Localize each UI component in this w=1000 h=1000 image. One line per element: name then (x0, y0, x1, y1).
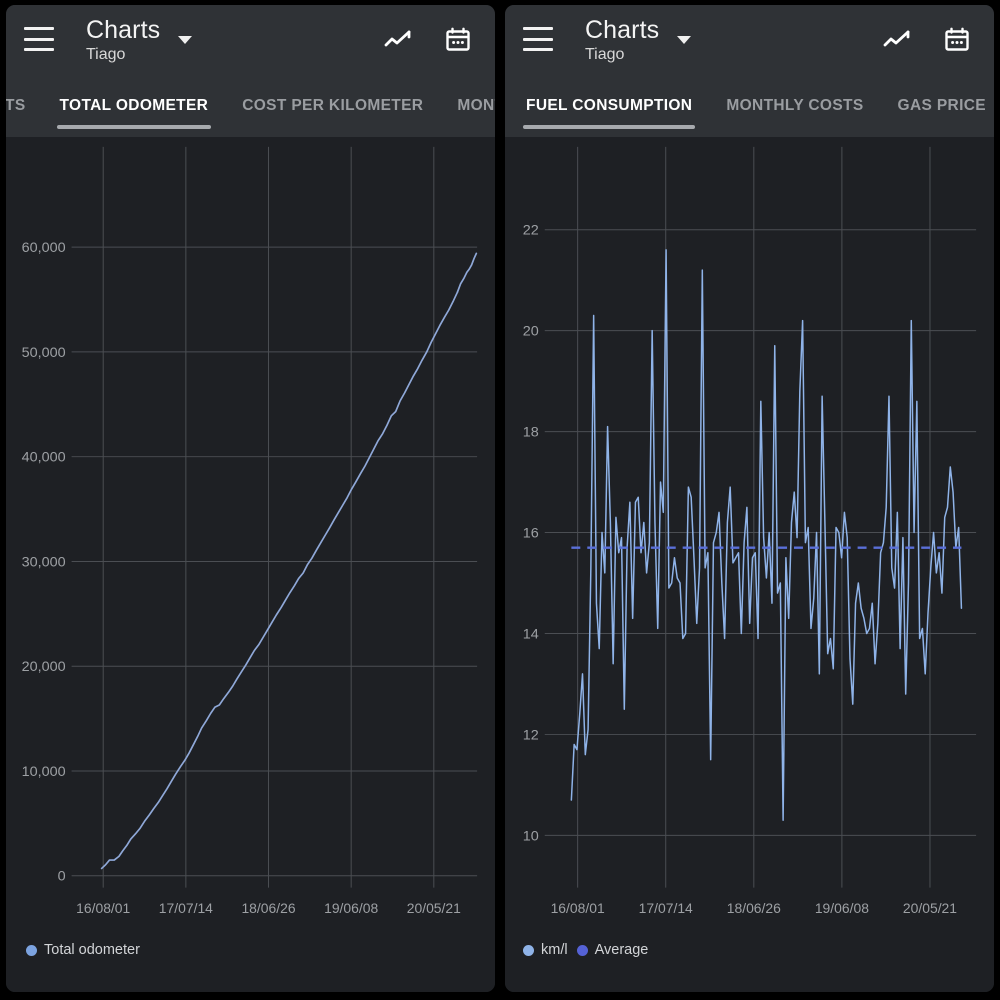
legend-item: Total odometer (26, 942, 140, 958)
svg-text:20,000: 20,000 (22, 659, 66, 675)
tab-underline (523, 125, 696, 129)
legend-color-dot (576, 944, 588, 956)
svg-text:20/05/21: 20/05/21 (407, 900, 461, 916)
svg-text:20: 20 (523, 324, 539, 340)
tab-fuel-consumption[interactable]: FUEL CONSUMPTION (509, 75, 709, 137)
svg-text:18/06/26: 18/06/26 (241, 900, 295, 916)
svg-text:17/07/14: 17/07/14 (639, 900, 693, 916)
tab-label: COST PER KILOMETER (242, 97, 424, 114)
legend-label: km/l (541, 942, 568, 958)
calendar-icon[interactable] (942, 25, 972, 55)
chevron-down-icon[interactable] (677, 36, 692, 44)
page-subtitle: Tiago (585, 46, 625, 63)
panel-left: Charts Tiago TS TOTAL ODOMETER COST PER … (6, 5, 495, 992)
tab-label: FUEL CONSUMPTION (526, 97, 693, 114)
svg-text:10,000: 10,000 (22, 764, 66, 780)
tab-label: MONTH (457, 97, 495, 114)
svg-text:50,000: 50,000 (22, 345, 66, 361)
legend-label: Total odometer (44, 942, 140, 958)
panel-right: Charts Tiago FUEL CONSUMPTION MONTHLY CO… (505, 5, 994, 992)
svg-text:18: 18 (523, 425, 539, 441)
tab-label: GAS PRICE (897, 97, 986, 114)
page-title: Charts (86, 16, 161, 44)
tab-monthly-costs[interactable]: MONTHLY COSTS (709, 75, 880, 137)
svg-text:60,000: 60,000 (22, 240, 66, 256)
svg-text:19/06/08: 19/06/08 (815, 900, 869, 916)
line-chart-icon[interactable] (882, 25, 912, 55)
chart-fuel-consumption[interactable]: 10 12 14 16 18 20 22 16/08/01 17/07/14 18/06/26 19… (505, 137, 994, 992)
title-dropdown[interactable]: Charts Tiago (585, 16, 692, 64)
tab-monthly-clipped[interactable]: MONTH (440, 75, 495, 137)
legend-label: Average (594, 942, 649, 958)
line-chart-icon[interactable] (383, 25, 413, 55)
legend-item: km/l (523, 942, 568, 958)
page-subtitle: Tiago (86, 46, 126, 63)
page-title: Charts (585, 16, 660, 44)
app-bar-actions (882, 25, 972, 55)
svg-text:30,000: 30,000 (22, 554, 66, 570)
svg-text:22: 22 (523, 223, 539, 239)
legend-color-dot (26, 944, 37, 956)
tab-bar: FUEL CONSUMPTION MONTHLY COSTS GAS PRICE (505, 75, 994, 137)
svg-text:17/07/14: 17/07/14 (159, 900, 213, 916)
hamburger-menu-icon[interactable] (523, 27, 553, 51)
svg-text:0: 0 (58, 869, 66, 885)
tab-label: TOTAL ODOMETER (59, 97, 209, 114)
svg-text:20/05/21: 20/05/21 (903, 900, 957, 916)
svg-text:10: 10 (523, 828, 539, 844)
app-bar-actions (383, 25, 473, 55)
svg-text:16/08/01: 16/08/01 (551, 900, 605, 916)
svg-text:19/06/08: 19/06/08 (324, 900, 378, 916)
calendar-icon[interactable] (443, 25, 473, 55)
tab-gas-price[interactable]: GAS PRICE (881, 75, 994, 137)
svg-text:14: 14 (523, 626, 539, 642)
chevron-down-icon[interactable] (178, 36, 193, 44)
chart-total-odometer[interactable]: 0 10,000 20,000 30,000 40,000 50,000 60,000 16/… (6, 137, 495, 992)
tab-total-odometer[interactable]: TOTAL ODOMETER (43, 75, 226, 137)
app-bar: Charts Tiago (6, 5, 495, 75)
svg-text:12: 12 (523, 727, 539, 743)
tab-underline (56, 125, 212, 129)
chart-legend: km/l Average (505, 942, 648, 958)
chart-legend: Total odometer (6, 942, 140, 958)
title-dropdown[interactable]: Charts Tiago (86, 16, 193, 64)
svg-text:16: 16 (523, 526, 539, 542)
tab-label: MONTHLY COSTS (726, 97, 864, 114)
tab-costs-clipped[interactable]: TS (6, 75, 43, 137)
svg-text:16/08/01: 16/08/01 (76, 900, 130, 916)
tab-bar: TS TOTAL ODOMETER COST PER KILOMETER MON… (6, 75, 495, 137)
legend-item: Average (576, 942, 649, 958)
hamburger-menu-icon[interactable] (24, 27, 54, 51)
svg-text:40,000: 40,000 (22, 450, 66, 466)
app-bar: Charts Tiago (505, 5, 994, 75)
tab-label: TS (6, 97, 26, 114)
svg-text:18/06/26: 18/06/26 (727, 900, 781, 916)
dual-panel-screenshot: Charts Tiago TS TOTAL ODOMETER COST PER … (0, 0, 1000, 1000)
legend-color-dot (523, 944, 534, 956)
tab-cost-per-kilometer[interactable]: COST PER KILOMETER (225, 75, 440, 137)
